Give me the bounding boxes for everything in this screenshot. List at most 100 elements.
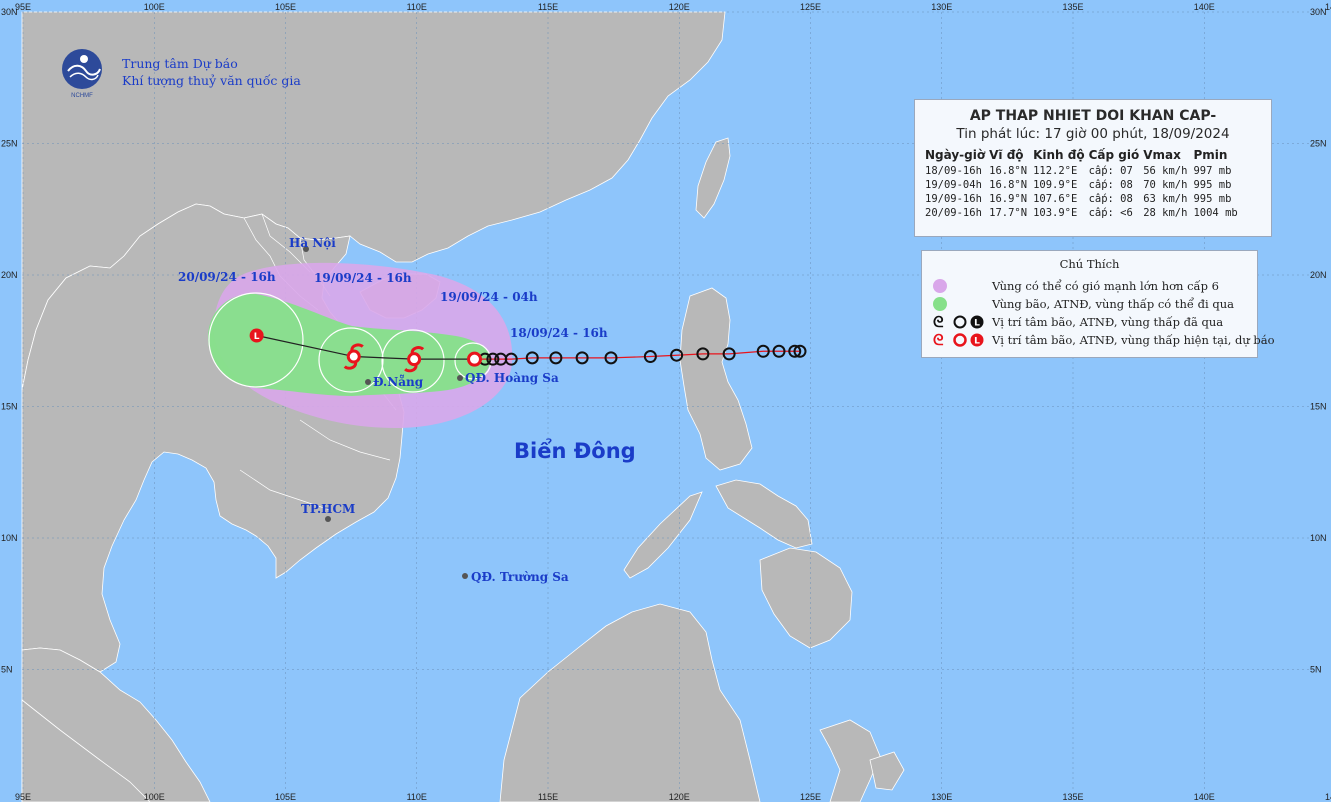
lat-tick-label: 15N — [1, 402, 18, 412]
lat-tick-label: 30N — [1310, 7, 1327, 17]
cell: cấp: 07 — [1088, 165, 1133, 177]
truongsa-dot — [462, 573, 468, 579]
legend-label: Vùng có thể có gió mạnh lớn hơn cấp 6 — [992, 279, 1219, 293]
label-current-18-09-16h: 18/09/24 - 16h — [510, 326, 608, 340]
label-truong-sa: QĐ. Trường Sa — [471, 570, 569, 584]
org-name-line2: Khí tượng thuỷ văn quốc gia — [122, 73, 301, 88]
lat-tick-label: 25N — [1310, 139, 1327, 149]
lon-tick-label: 100E — [144, 792, 165, 802]
cell: cấp: 08 — [1088, 193, 1133, 205]
cell: cấp: <6 — [1088, 207, 1133, 219]
lon-tick-label: 120E — [669, 792, 690, 802]
lon-tick-label: 145E — [1325, 792, 1331, 802]
lon-tick-label: 105E — [275, 792, 296, 802]
hcm-dot — [325, 516, 331, 522]
lon-tick-label: 125E — [800, 2, 821, 12]
cell: 16.9°N — [989, 193, 1028, 205]
cell: 17.7°N — [989, 207, 1028, 219]
lon-tick-label: 140E — [1194, 2, 1215, 12]
lat-tick-label: 25N — [1, 139, 18, 149]
col-header: Pmin — [1193, 148, 1228, 162]
cell: 103.9°E — [1033, 207, 1078, 219]
cell: 16.8°N — [989, 165, 1028, 177]
legend-item-wind-zone: Vùng có thể có gió mạnh lớn hơn cấp 6 — [922, 277, 1257, 295]
legend-item-past-position: ᘓ L Vị trí tâm bão, ATNĐ, vùng thấp đã q… — [922, 313, 1257, 331]
organization-header: NCHMF Trung tâm Dự báo Khí tượng thuỷ vă… — [60, 47, 310, 103]
lat-tick-label: 10N — [1, 533, 18, 543]
label-da-nang: Đ.Nẵng — [373, 374, 424, 389]
cell: 18/09-16h — [925, 165, 982, 177]
svg-text:L: L — [974, 319, 980, 329]
lon-tick-label: 120E — [669, 2, 690, 12]
lon-tick-label: 130E — [931, 792, 952, 802]
legend-item-path-zone: Vùng bão, ATNĐ, vùng thấp có thể đi qua — [922, 295, 1257, 313]
lon-tick-label: 110E — [407, 792, 427, 802]
lat-tick-label: 30N — [1, 7, 18, 17]
black-storm-symbols-icon: ᘓ L — [933, 313, 984, 331]
cell: 109.9°E — [1033, 179, 1078, 191]
lat-tick-label: 20N — [1310, 270, 1327, 280]
lon-tick-label: 140E — [1194, 792, 1215, 802]
col-header: Kinh độ — [1033, 148, 1085, 162]
cell: 63 km/h — [1143, 193, 1188, 205]
lat-tick-label: 5N — [1, 665, 13, 675]
cell: 995 mb — [1193, 179, 1232, 191]
cell: cấp: 08 — [1088, 179, 1133, 191]
cell: 995 mb — [1193, 193, 1232, 205]
label-forecast-19-09-04h: 19/09/24 - 04h — [440, 290, 538, 304]
lat-tick-label: 20N — [1, 270, 18, 280]
org-name-line1: Trung tâm Dự báo — [122, 56, 238, 71]
cell: 112.2°E — [1033, 165, 1078, 177]
lat-tick-label: 15N — [1310, 402, 1327, 412]
cell: 70 km/h — [1143, 179, 1188, 191]
bulletin-header-row: Ngày-giờ Vĩ độ Kinh độ Cấp gió Vmax Pmin — [925, 148, 1244, 164]
cell: 1004 mb — [1193, 207, 1238, 219]
legend-label: Vị trí tâm bão, ATNĐ, vùng thấp đã qua — [992, 315, 1224, 329]
table-row: 18/09-16h 16.8°N 112.2°E cấp: 07 56 km/h… — [925, 164, 1244, 178]
legend-item-current-position: ᘓ L Vị trí tâm bão, ATNĐ, vùng thấp hiện… — [922, 331, 1275, 349]
cell: 56 km/h — [1143, 165, 1188, 177]
lon-tick-label: 135E — [1062, 792, 1083, 802]
bulletin-table: Ngày-giờ Vĩ độ Kinh độ Cấp gió Vmax Pmin… — [925, 148, 1244, 220]
label-bien-dong: Biển Đông — [514, 438, 636, 463]
label-ha-noi: Hà Nội — [289, 236, 336, 250]
bulletin-title: AP THAP NHIET DOI KHAN CAP- — [969, 108, 1217, 124]
lat-tick-label: 10N — [1310, 533, 1327, 543]
cell: 16.8°N — [989, 179, 1028, 191]
lon-tick-label: 115E — [538, 792, 558, 802]
cell: 20/09-16h — [925, 207, 982, 219]
green-circle-icon — [933, 297, 947, 311]
col-header: Vmax — [1143, 148, 1181, 162]
cell: 107.6°E — [1033, 193, 1078, 205]
bulletin-panel: AP THAP NHIET DOI KHAN CAP- Tin phát lúc… — [914, 99, 1272, 237]
legend-label: Vị trí tâm bão, ATNĐ, vùng thấp hiện tại… — [992, 333, 1275, 347]
purple-circle-icon — [933, 279, 947, 293]
bulletin-issued-time: Tin phát lúc: 17 giờ 00 phút, 18/09/2024 — [956, 126, 1230, 142]
legend-panel: Chú Thích Vùng có thể có gió mạnh lớn hơ… — [921, 250, 1275, 358]
cell: 19/09-04h — [925, 179, 982, 191]
col-header: Vĩ độ — [989, 148, 1024, 162]
label-forecast-20-09-16h: 20/09/24 - 16h — [178, 270, 276, 284]
svg-text:L: L — [254, 332, 260, 342]
current-position-marker — [467, 351, 482, 367]
legend-label: Vùng bão, ATNĐ, vùng thấp có thể đi qua — [992, 297, 1234, 311]
lon-tick-label: 115E — [538, 2, 558, 12]
lon-tick-label: 105E — [275, 2, 296, 12]
hoangsa-dot — [457, 375, 463, 381]
table-row: 19/09-16h 16.9°N 107.6°E cấp: 08 63 km/h… — [925, 192, 1244, 206]
lon-tick-label: 100E — [144, 2, 165, 12]
danang-dot — [365, 379, 371, 385]
lon-tick-label: 130E — [931, 2, 952, 12]
cell: 19/09-16h — [925, 193, 982, 205]
svg-text:ᘓ: ᘓ — [933, 331, 944, 349]
lon-tick-label: 95E — [15, 792, 31, 802]
col-header: Ngày-giờ — [925, 148, 986, 162]
cell: 997 mb — [1193, 165, 1232, 177]
cell: 28 km/h — [1143, 207, 1188, 219]
lon-tick-label: 135E — [1062, 2, 1083, 12]
lon-tick-label: 110E — [407, 2, 427, 12]
forecast-low-marker: L — [249, 328, 264, 343]
legend-title: Chú Thích — [1059, 257, 1120, 271]
label-hoang-sa: QĐ. Hoàng Sa — [465, 371, 559, 385]
label-forecast-19-09-16h: 19/09/24 - 16h — [314, 271, 412, 285]
